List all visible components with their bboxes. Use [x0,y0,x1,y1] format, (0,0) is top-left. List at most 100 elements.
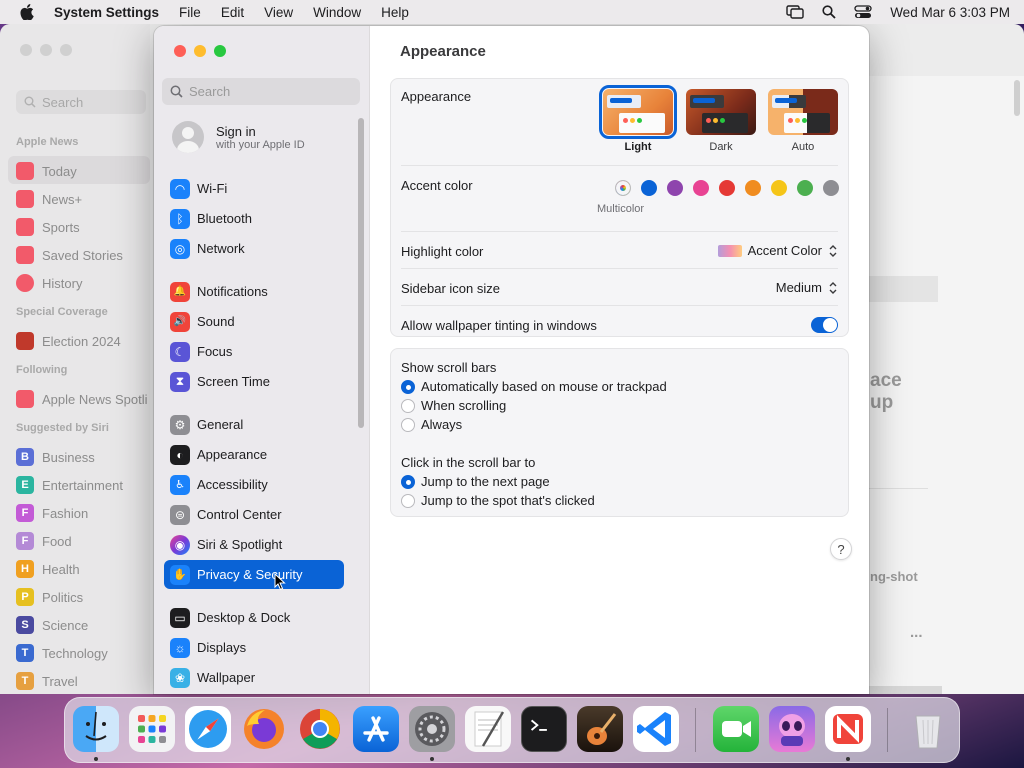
scroll-always-option[interactable]: Always [401,417,462,432]
trash-icon[interactable] [905,706,951,752]
sidebar-signin[interactable]: Sign in with your Apple ID [172,121,305,153]
app-store-icon[interactable] [353,706,399,752]
minimize-button[interactable] [194,45,206,57]
news-item-business[interactable]: B Business [16,446,95,468]
sidebar-item-notifications[interactable]: 🔔 Notifications [164,277,344,306]
accent-color-swatch[interactable] [667,180,683,196]
news-zoom-button[interactable] [60,44,72,56]
news-item-entertainment[interactable]: E Entertainment [16,474,123,496]
sidebar-search-field[interactable] [162,78,360,105]
news-item-news-plus[interactable]: News+ [16,188,82,210]
safari-icon[interactable] [185,706,231,752]
sidebar-item-screen-time[interactable]: ⧗ Screen Time [164,367,344,396]
news-item-politics[interactable]: P Politics [16,586,83,608]
news-scrollbar[interactable] [1014,80,1020,116]
news-item-health[interactable]: H Health [16,558,80,580]
menu-window[interactable]: Window [313,5,361,20]
news-item-today[interactable]: Today [16,160,77,182]
scroll-when-scrolling-option[interactable]: When scrolling [401,398,506,413]
facetime-icon[interactable] [713,706,759,752]
sidebar-item-sound[interactable]: 🔊 Sound [164,307,344,336]
settings-sidebar: Sign in with your Apple ID ◠ Wi-Fi ᛒ Bluet… [154,26,370,694]
sidebar-item-wallpaper[interactable]: ❀ Wallpaper [164,663,344,692]
system-settings-icon[interactable] [409,706,455,752]
appearance-auto-option[interactable] [768,89,838,135]
accent-color-swatch[interactable] [797,180,813,196]
news-minimize-button[interactable] [40,44,52,56]
menu-view[interactable]: View [264,5,293,20]
menu-file[interactable]: File [179,5,201,20]
textedit-icon[interactable] [465,706,511,752]
sidebar-item-siri-spotlight[interactable]: ◉ Siri & Spotlight [164,530,344,559]
vscode-icon[interactable] [633,706,679,752]
sidebar-item-desktop-dock[interactable]: ▭ Desktop & Dock [164,603,344,632]
sidebar-item-appearance[interactable]: ◐ Appearance [164,440,344,469]
scroll-auto-option[interactable]: Automatically based on mouse or trackpad [401,379,667,394]
sidebar-item-displays[interactable]: ☼ Displays [164,633,344,662]
accent-color-swatch[interactable] [823,180,839,196]
accent-color-swatch[interactable] [719,180,735,196]
spotlight-search-icon[interactable] [822,5,836,19]
news-item-travel[interactable]: T Travel [16,670,78,692]
accent-color-swatch[interactable] [641,180,657,196]
radio-unselected[interactable] [401,493,415,508]
app-menu[interactable]: System Settings [54,5,159,20]
sidebar-item-network[interactable]: ◎ Network [164,234,344,263]
launchpad-icon[interactable] [129,706,175,752]
news-item-technology[interactable]: T Technology [16,642,108,664]
news-item-history[interactable]: History [16,272,82,294]
radio-selected[interactable] [401,379,415,394]
accent-color-swatch[interactable] [771,180,787,196]
click-spot-option[interactable]: Jump to the spot that's clicked [401,493,595,508]
news-item-food[interactable]: F Food [16,530,72,552]
news-item-spotlight[interactable]: Apple News Spotli [16,388,148,410]
sidebar-item-accessibility[interactable]: ♿ Accessibility [164,470,344,499]
highlight-color-popup[interactable]: Accent Color [717,243,838,258]
menu-edit[interactable]: Edit [221,5,244,20]
apple-menu-icon[interactable] [20,4,34,20]
news-item-saved[interactable]: Saved Stories [16,244,123,266]
news-icon[interactable] [825,706,871,752]
sidebar-item-wifi[interactable]: ◠ Wi-Fi [164,174,344,203]
accent-color-swatch[interactable] [745,180,761,196]
news-search-field[interactable]: Search [16,90,146,114]
sidebar-scrollbar[interactable] [358,118,364,428]
accent-color-swatch[interactable] [693,180,709,196]
menubar-clock[interactable]: Wed Mar 6 3:03 PM [890,5,1010,20]
close-button[interactable] [174,45,186,57]
sidebar-item-label: General [197,417,244,432]
wallpaper-tinting-toggle[interactable] [811,317,838,333]
sidebar-item-focus[interactable]: ☾ Focus [164,337,344,366]
appearance-light-option[interactable] [599,85,677,139]
radio-selected[interactable] [401,474,415,489]
finder-icon[interactable] [73,706,119,752]
news-item-label: Apple News Spotli [42,391,148,407]
news-close-button[interactable] [20,44,32,56]
news-item-science[interactable]: S Science [16,614,88,636]
news-more-icon[interactable]: ... [910,624,923,641]
sidebar-item-control-center[interactable]: ⊜ Control Center [164,500,344,529]
news-item-sports[interactable]: Sports [16,216,80,238]
help-button[interactable]: ? [830,538,852,560]
accent-multicolor-swatch[interactable] [615,180,631,196]
news-item-fashion[interactable]: F Fashion [16,502,88,524]
zoom-button[interactable] [214,45,226,57]
radio-unselected[interactable] [401,398,415,413]
control-center-icon[interactable] [854,5,872,19]
click-next-page-option[interactable]: Jump to the next page [401,474,550,489]
alien-app-icon[interactable] [769,706,815,752]
terminal-icon[interactable] [521,706,567,752]
appearance-dark-option[interactable] [686,89,756,135]
menu-help[interactable]: Help [381,5,409,20]
firefox-icon[interactable] [241,706,287,752]
chrome-icon[interactable] [297,706,343,752]
screen-mirroring-icon[interactable] [786,5,804,19]
news-item-election[interactable]: Election 2024 [16,330,121,352]
sidebar-item-privacy-security[interactable]: ✋ Privacy & Security [164,560,344,589]
garageband-icon[interactable] [577,706,623,752]
sidebar-item-general[interactable]: ⚙ General [164,410,344,439]
sidebar-search-input[interactable] [189,84,349,99]
radio-unselected[interactable] [401,417,415,432]
sidebar-icon-size-popup[interactable]: Medium [776,280,838,295]
sidebar-item-bluetooth[interactable]: ᛒ Bluetooth [164,204,344,233]
